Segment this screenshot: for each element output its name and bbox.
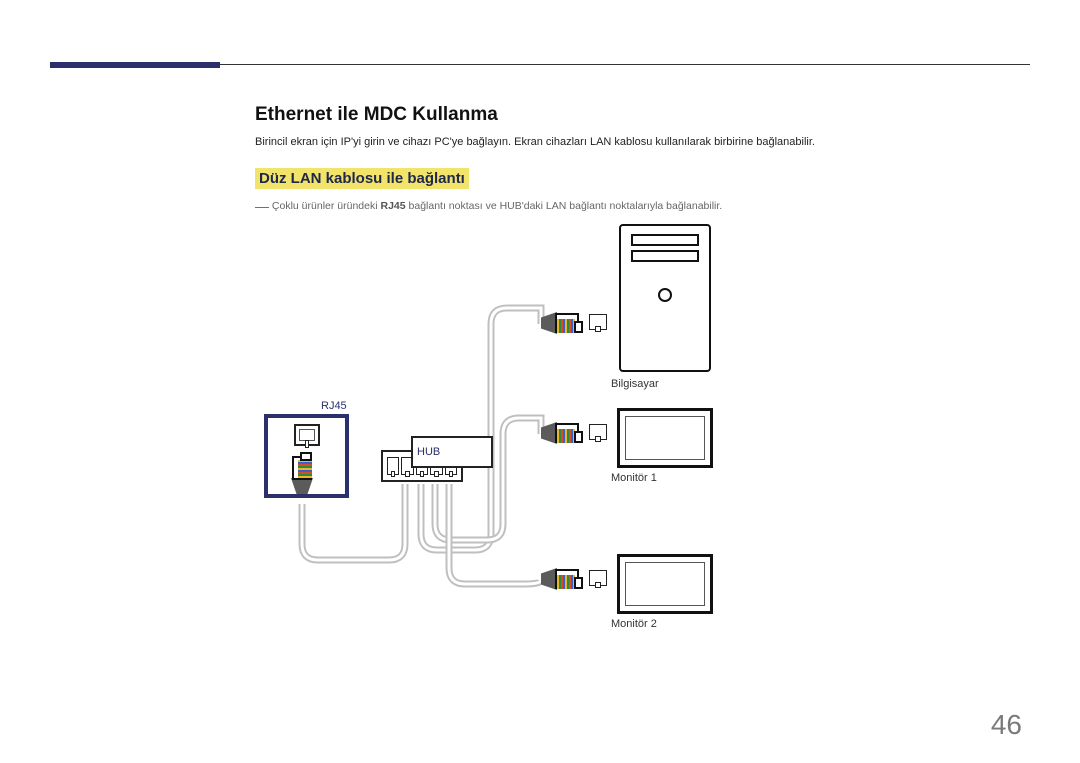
rj45-connector-icon — [291, 456, 313, 494]
power-button-icon — [658, 288, 672, 302]
rj45-connector-icon — [541, 422, 579, 444]
port-icon — [589, 314, 607, 330]
monitor-1-icon — [617, 408, 713, 468]
rj45-connector-icon — [541, 312, 579, 334]
intro-text: Birincil ekran için IP'yi girin ve cihaz… — [255, 136, 815, 148]
port-icon — [589, 424, 607, 440]
note-bold-term: RJ45 — [380, 200, 405, 212]
note-dash: ― — [255, 198, 269, 214]
label-rj45: RJ45 — [321, 400, 347, 412]
port-icon — [589, 570, 607, 586]
label-monitor-2: Monitör 2 — [611, 618, 657, 630]
monitor-2-icon — [617, 554, 713, 614]
subsection-title: Düz LAN kablosu ile bağlantı — [255, 168, 469, 189]
header-accent-bar — [50, 62, 220, 68]
label-computer: Bilgisayar — [611, 378, 659, 390]
label-hub: HUB — [411, 436, 493, 468]
rj45-connector-icon — [541, 568, 579, 590]
connection-diagram: RJ45 HUB Bilgisayar Monitör 1 Monitör 2 — [265, 224, 785, 654]
note-suffix: bağlantı noktası ve HUB'daki LAN bağlant… — [406, 200, 723, 212]
hub-port-icon — [387, 457, 399, 475]
label-monitor-1: Monitör 1 — [611, 472, 657, 484]
note-prefix: Çoklu ürünler üründeki — [272, 200, 381, 212]
note-text: ― Çoklu ürünler üründeki RJ45 bağlantı n… — [255, 198, 722, 214]
computer-tower-icon — [619, 224, 711, 372]
page-number: 46 — [991, 709, 1022, 741]
section-title: Ethernet ile MDC Kullanma — [255, 104, 498, 126]
rj45-port-icon — [294, 424, 320, 446]
